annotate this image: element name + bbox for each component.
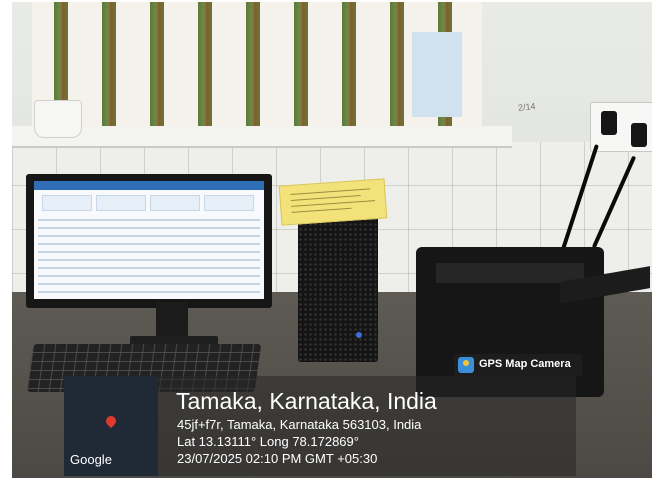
gps-app-badge: GPS Map Camera bbox=[454, 354, 582, 376]
screen-app-bar bbox=[34, 181, 264, 190]
map-pin-icon bbox=[103, 413, 119, 429]
screen-table-row bbox=[38, 259, 260, 261]
paper-text-line bbox=[291, 207, 352, 213]
plug-right bbox=[631, 123, 647, 147]
location-title: Tamaka, Karnataka, India bbox=[176, 388, 437, 414]
screen-card bbox=[150, 195, 200, 211]
plug-left bbox=[601, 111, 617, 135]
window-sill bbox=[12, 126, 512, 148]
power-socket bbox=[590, 102, 652, 152]
gps-app-name: GPS Map Camera bbox=[479, 358, 571, 370]
screen-table-row bbox=[38, 291, 260, 293]
screen-table-row bbox=[38, 235, 260, 237]
window-gap bbox=[412, 32, 462, 117]
screen-table-row bbox=[38, 267, 260, 269]
power-light bbox=[356, 332, 362, 338]
screen-card bbox=[204, 195, 254, 211]
printer-paper-slot bbox=[436, 263, 584, 283]
location-coordinates: Lat 13.13111° Long 78.172869° bbox=[177, 434, 359, 449]
paper-text-line bbox=[291, 200, 376, 207]
map-brand: Google bbox=[70, 452, 112, 467]
plant-pot bbox=[34, 100, 82, 138]
screen-table-row bbox=[38, 243, 260, 245]
desktop-tower bbox=[298, 212, 378, 362]
paper-text-line bbox=[290, 188, 371, 195]
location-datetime: 23/07/2025 02:10 PM GMT +05:30 bbox=[177, 451, 378, 466]
screen-table-row bbox=[38, 219, 260, 221]
paper-text-line bbox=[290, 195, 361, 201]
screen-table-row bbox=[38, 251, 260, 253]
location-address: 45jf+f7r, Tamaka, Karnataka 563103, Indi… bbox=[177, 417, 422, 432]
yellow-paper bbox=[278, 178, 388, 226]
screen-table-row bbox=[38, 275, 260, 277]
screen-table-row bbox=[38, 227, 260, 229]
monitor-screen bbox=[34, 181, 264, 299]
monitor bbox=[26, 174, 272, 308]
screen-card bbox=[42, 195, 92, 211]
screen-table-row bbox=[38, 283, 260, 285]
screen-card bbox=[96, 195, 146, 211]
map-thumbnail: Google bbox=[64, 376, 158, 476]
wall-label: 2/14 bbox=[517, 101, 537, 113]
gps-map-camera-icon bbox=[458, 357, 474, 373]
